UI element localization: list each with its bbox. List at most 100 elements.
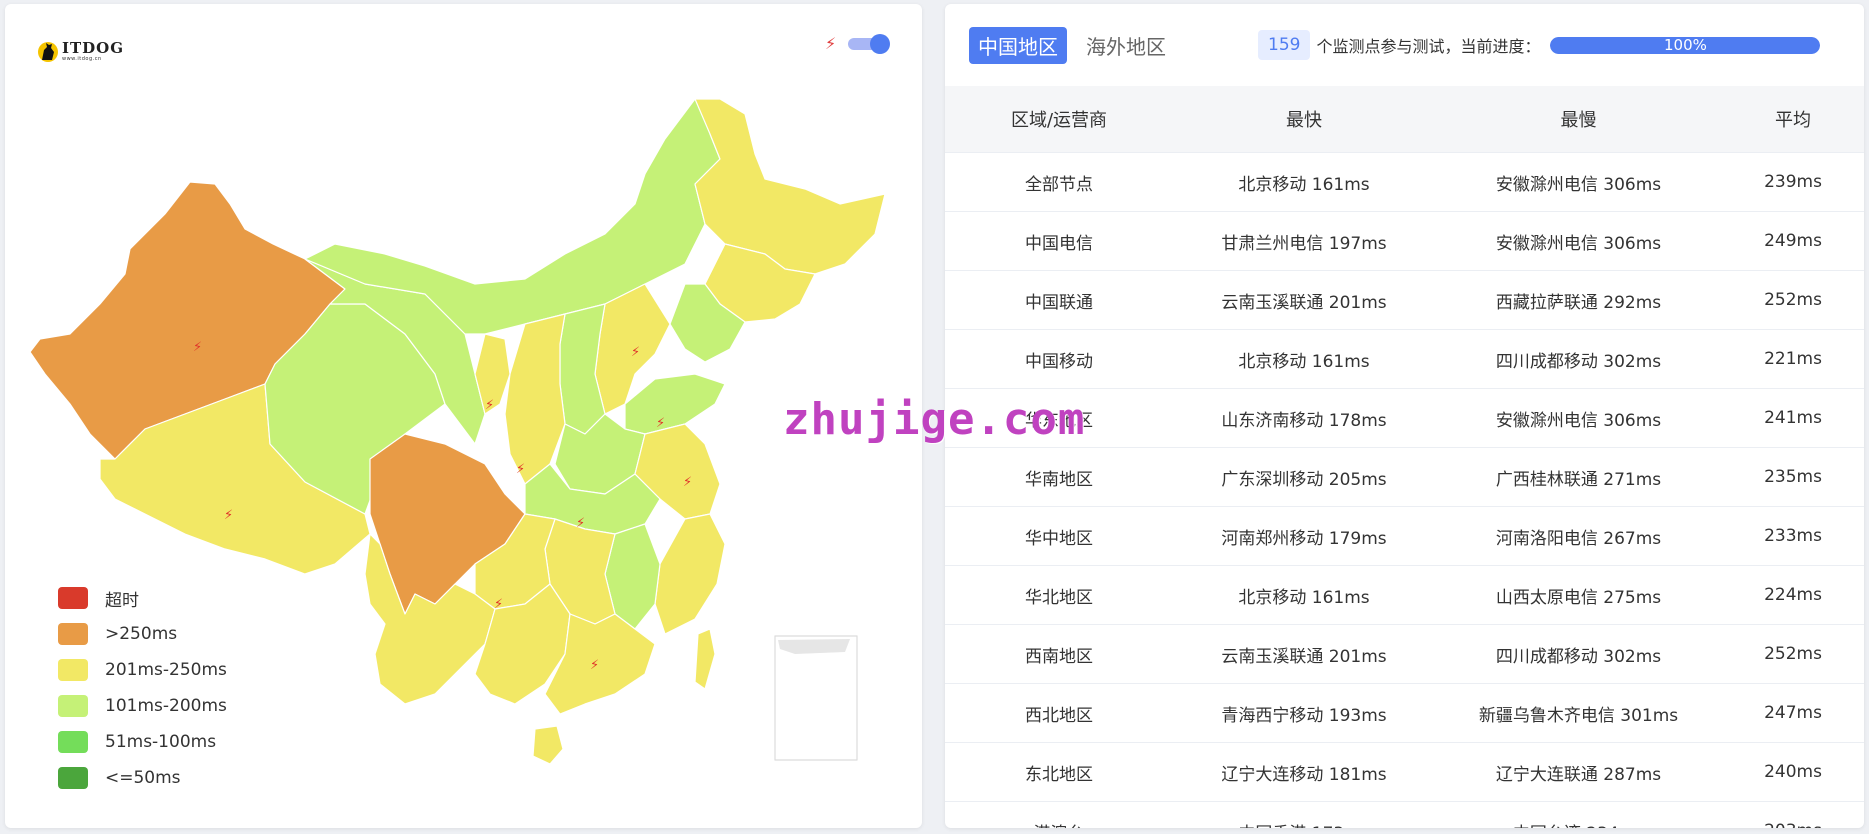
cell-fastest: 甘肃兰州电信 197ms — [1173, 211, 1435, 271]
progress-label: 个监测点参与测试，当前进度： — [1316, 37, 1541, 56]
region-taiwan[interactable] — [694, 628, 716, 690]
cell-average: 249ms — [1722, 211, 1864, 271]
lightning-icon: ⚡ — [485, 398, 494, 413]
cell-slowest: 安徽滁州电信 306ms — [1435, 388, 1722, 448]
lightning-icon: ⚡ — [516, 462, 525, 477]
inset-land — [778, 639, 850, 654]
cell-fastest: 广东深圳移动 205ms — [1173, 447, 1435, 507]
progress-bar: 100% — [1550, 36, 1821, 54]
table-row: 港澳台中国香港 173ms中国台湾 234ms203ms — [945, 801, 1864, 828]
table-row: 东北地区 辽宁大连移动 181ms 辽宁大连联通 287ms 240ms — [945, 742, 1864, 802]
cell-region: 中国移动 — [945, 329, 1173, 389]
cell-fastest: 北京移动 161ms — [1173, 565, 1435, 625]
cell-region: 中国联通 — [945, 270, 1173, 330]
cell-region: 华中地区 — [945, 506, 1173, 566]
lightning-icon: ⚡ — [590, 658, 599, 673]
cell-average: 241ms — [1722, 388, 1864, 448]
region-shandong[interactable] — [624, 373, 726, 435]
region-hainan[interactable] — [532, 725, 564, 765]
cell-fastest: 北京移动 161ms — [1173, 329, 1435, 389]
cell-region: 港澳台 — [945, 801, 1173, 828]
table-row: 华北地区 北京移动 161ms 山西太原电信 275ms 224ms — [945, 565, 1864, 625]
progress-text: 100% — [1664, 36, 1707, 54]
tab-overseas[interactable]: 海外地区 — [1077, 27, 1175, 64]
lightning-icon: ⚡ — [494, 597, 503, 612]
cell-slowest: 广西桂林联通 271ms — [1435, 447, 1722, 507]
results-header: 中国地区 海外地区 159 个监测点参与测试，当前进度： 100% — [945, 4, 1864, 86]
region-zhejiang[interactable] — [654, 513, 726, 635]
legend-item[interactable]: 超时 — [58, 580, 227, 616]
table-row: 全部节点 北京移动 161ms 安徽滁州电信 306ms 239ms — [945, 152, 1864, 212]
cell-slowest: 安徽滁州电信 306ms — [1435, 211, 1722, 271]
table-row: 西南地区 云南玉溪联通 201ms 四川成都移动 302ms 252ms — [945, 624, 1864, 684]
cell-fastest: 辽宁大连移动 181ms — [1173, 742, 1435, 802]
cell-fastest: 中国香港 173ms — [1173, 801, 1435, 828]
cell-average: 203ms — [1722, 801, 1864, 828]
cell-slowest: 中国台湾 234ms — [1435, 801, 1722, 828]
cell-average: 247ms — [1722, 683, 1864, 743]
results-table: 区域/运营商 最快 最慢 平均 全部节点 北京移动 161ms 安徽滁州电信 306… — [945, 86, 1864, 828]
table-row: 华南地区 广东深圳移动 205ms 广西桂林联通 271ms 235ms — [945, 447, 1864, 507]
cell-fastest: 云南玉溪联通 201ms — [1173, 624, 1435, 684]
table-row: 西北地区 青海西宁移动 193ms 新疆乌鲁木齐电信 301ms 247ms — [945, 683, 1864, 743]
watermark: zhujige.com — [783, 394, 1086, 445]
legend-label: 51ms-100ms — [105, 732, 217, 752]
legend-swatch — [58, 695, 88, 717]
lightning-icon: ⚡ — [224, 508, 233, 523]
cell-average: 252ms — [1722, 624, 1864, 684]
legend-swatch — [58, 623, 88, 645]
cell-slowest: 四川成都移动 302ms — [1435, 329, 1722, 389]
header-fastest[interactable]: 最快 — [1173, 86, 1435, 153]
table-row: 中国移动 北京移动 161ms 四川成都移动 302ms 221ms — [945, 329, 1864, 389]
cell-slowest: 西藏拉萨联通 292ms — [1435, 270, 1722, 330]
cell-average: 239ms — [1722, 152, 1864, 212]
cell-average: 221ms — [1722, 329, 1864, 389]
cell-average: 240ms — [1722, 742, 1864, 802]
legend-swatch — [58, 731, 88, 753]
lightning-icon: ⚡ — [193, 340, 202, 355]
cell-slowest: 山西太原电信 275ms — [1435, 565, 1722, 625]
cell-fastest: 北京移动 161ms — [1173, 152, 1435, 212]
legend-item[interactable]: 101ms-200ms — [58, 688, 227, 724]
cell-region: 西南地区 — [945, 624, 1173, 684]
cell-average: 233ms — [1722, 506, 1864, 566]
legend-swatch — [58, 587, 88, 609]
cell-fastest: 青海西宁移动 193ms — [1173, 683, 1435, 743]
cell-fastest: 山东济南移动 178ms — [1173, 388, 1435, 448]
lightning-icon: ⚡ — [656, 416, 665, 431]
legend-label: 超时 — [105, 590, 139, 611]
lightning-icon: ⚡ — [631, 345, 640, 360]
cell-average: 252ms — [1722, 270, 1864, 330]
header-average[interactable]: 平均 — [1722, 86, 1864, 153]
cell-slowest: 安徽滁州电信 306ms — [1435, 152, 1722, 212]
legend-item[interactable]: <=50ms — [58, 760, 227, 796]
table-row: 中国联通 云南玉溪联通 201ms 西藏拉萨联通 292ms 252ms — [945, 270, 1864, 330]
cell-region: 西北地区 — [945, 683, 1173, 743]
legend-label: 201ms-250ms — [105, 660, 227, 680]
legend-item[interactable]: 201ms-250ms — [58, 652, 227, 688]
monitor-count-badge: 159 — [1258, 30, 1311, 60]
cell-fastest: 云南玉溪联通 201ms — [1173, 270, 1435, 330]
tab-china[interactable]: 中国地区 — [969, 26, 1067, 64]
cell-region: 华南地区 — [945, 447, 1173, 507]
latency-legend: 超时 >250ms 201ms-250ms 101ms-200ms 51ms-100ms… — [58, 580, 227, 796]
table-row: 中国电信 甘肃兰州电信 197ms 安徽滁州电信 306ms 249ms — [945, 211, 1864, 271]
legend-label: 101ms-200ms — [105, 696, 227, 716]
cell-average: 224ms — [1722, 565, 1864, 625]
cell-slowest: 四川成都移动 302ms — [1435, 624, 1722, 684]
table-row: 华中地区 河南郑州移动 179ms 河南洛阳电信 267ms 233ms — [945, 506, 1864, 566]
cell-region: 全部节点 — [945, 152, 1173, 212]
cell-average: 235ms — [1722, 447, 1864, 507]
table-header-row: 区域/运营商 最快 最慢 平均 — [945, 86, 1864, 153]
south-china-sea-inset — [774, 635, 858, 761]
cell-fastest: 河南郑州移动 179ms — [1173, 506, 1435, 566]
header-region[interactable]: 区域/运营商 — [945, 86, 1173, 153]
cell-slowest: 新疆乌鲁木齐电信 301ms — [1435, 683, 1722, 743]
cell-slowest: 河南洛阳电信 267ms — [1435, 506, 1722, 566]
cell-region: 东北地区 — [945, 742, 1173, 802]
legend-item[interactable]: >250ms — [58, 616, 227, 652]
legend-swatch — [58, 659, 88, 681]
cell-region: 华北地区 — [945, 565, 1173, 625]
header-slowest[interactable]: 最慢 — [1435, 86, 1722, 153]
legend-item[interactable]: 51ms-100ms — [58, 724, 227, 760]
